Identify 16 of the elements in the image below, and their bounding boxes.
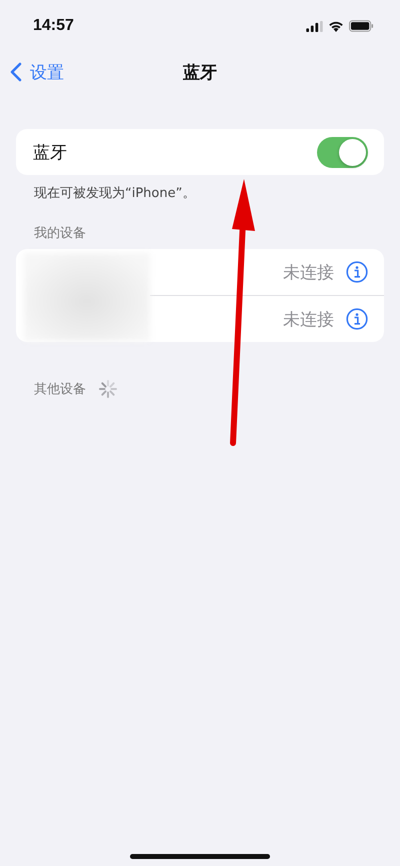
footer-text: 现在可被发现为“iPhone”。 bbox=[33, 185, 196, 202]
section-header: 我的设备 bbox=[33, 225, 87, 243]
page-title: 蓝牙 bbox=[183, 62, 217, 84]
chevron-left-icon bbox=[10, 62, 22, 82]
info-icon[interactable] bbox=[346, 308, 368, 330]
section-header: 其他设备 bbox=[34, 381, 86, 398]
row-label: 蓝牙 bbox=[33, 142, 67, 164]
status-time: 14:57 bbox=[33, 17, 74, 35]
back-button[interactable]: 设置 bbox=[10, 60, 64, 84]
signal-icon bbox=[306, 20, 323, 32]
info-icon[interactable] bbox=[346, 261, 368, 283]
wifi-icon bbox=[328, 20, 344, 32]
status-text: 未连接 bbox=[283, 308, 334, 330]
toggle-switch[interactable] bbox=[317, 136, 368, 168]
battery-icon bbox=[349, 20, 374, 32]
status-text: 未连接 bbox=[283, 262, 334, 284]
